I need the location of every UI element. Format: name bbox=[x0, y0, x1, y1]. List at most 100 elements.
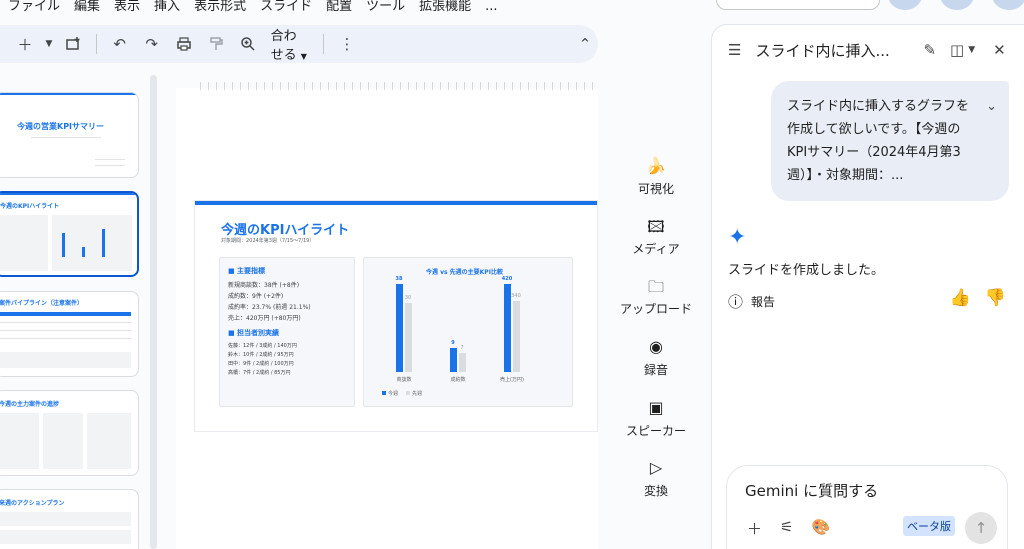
layout-button[interactable] bbox=[60, 30, 86, 58]
edit-icon[interactable]: ✎ bbox=[923, 41, 936, 59]
slide-thumbnail-selected[interactable]: 今週のKPIハイライト bbox=[0, 191, 139, 277]
record-icon: ◉ bbox=[649, 337, 663, 356]
menu-tools[interactable]: ツール bbox=[366, 0, 405, 16]
legend-item-current: 今週 bbox=[382, 390, 398, 397]
undo-button[interactable]: ↶ bbox=[107, 30, 133, 58]
collapse-toolbar-button[interactable]: ⌃ bbox=[572, 30, 598, 58]
menu-format[interactable]: 表示形式 bbox=[194, 0, 246, 16]
tune-icon[interactable]: ⚟ bbox=[780, 518, 793, 539]
close-icon[interactable]: ✕ bbox=[993, 41, 1006, 59]
zoom-button[interactable] bbox=[235, 30, 261, 58]
folder-icon: 🗀 bbox=[647, 277, 664, 296]
bar-value-label: 340 bbox=[511, 292, 521, 299]
category-label: 売上(万円) bbox=[500, 377, 524, 383]
thumb-title: 今週の主力案件の進捗 bbox=[0, 401, 60, 408]
thumb-line bbox=[31, 137, 101, 138]
gemini-input[interactable]: Gemini に質問する ＋ ⚟ 🎨 ベータ版 ↑ bbox=[726, 465, 1008, 549]
insert-label: スピーカー bbox=[625, 424, 686, 438]
thumb-line bbox=[95, 165, 125, 166]
avatar[interactable] bbox=[992, 0, 1024, 10]
insert-upload[interactable]: 🗀 アップロード bbox=[612, 276, 700, 317]
filmstrip-scrollbar[interactable] bbox=[150, 75, 157, 549]
paint-roller-icon bbox=[209, 37, 223, 50]
menu-slide[interactable]: スライド bbox=[260, 0, 312, 16]
gemini-response: スライドを作成しました。 bbox=[728, 263, 885, 278]
current-slide[interactable]: 今週のKPIハイライト 対象期間：2024年第3週（7/15〜7/19） ■ 主… bbox=[194, 200, 598, 432]
thumb-note bbox=[0, 352, 131, 368]
chart-card: 今週 vs 先週の主要KPI比較 今週 先週 38 30 商談数 9 7 成約数 420 34… bbox=[363, 257, 573, 407]
chevron-down-icon[interactable]: ⌄ bbox=[986, 95, 997, 118]
insert-visualize[interactable]: 🍌 可視化 bbox=[612, 156, 700, 197]
convert-icon: ▷ bbox=[649, 458, 663, 477]
insert-label: 変換 bbox=[643, 484, 668, 498]
more-options-button[interactable]: ⋮ bbox=[334, 30, 360, 58]
thumb-table-header bbox=[0, 312, 131, 316]
chevron-down-icon[interactable]: ▼ bbox=[968, 45, 975, 55]
panel-toggle-icon[interactable]: ◫ bbox=[950, 41, 964, 59]
chart-legend: 今週 先週 bbox=[382, 390, 422, 397]
menu-arrange[interactable]: 配置 bbox=[326, 0, 352, 16]
thumb-line bbox=[0, 338, 131, 339]
menu-more[interactable]: ... bbox=[485, 0, 497, 16]
toolbar-divider bbox=[323, 34, 324, 54]
user-prompt-text: スライド内に挿入するグラフを作成して欲しいです。【今週のKPIサマリー（2024… bbox=[787, 99, 970, 183]
card-text: 佐藤：12件 / 3成約 / 140万円 bbox=[228, 343, 297, 349]
bar-value-label: 38 bbox=[395, 276, 403, 282]
insert-speaker[interactable]: ▣ スピーカー bbox=[612, 398, 700, 439]
legend-item-previous: 先週 bbox=[406, 390, 422, 397]
menu-insert[interactable]: 挿入 bbox=[154, 0, 180, 16]
card-text: 成約率：23.7% (前週 21.1%) bbox=[228, 304, 311, 311]
bar-value-label: 30 bbox=[404, 294, 412, 301]
insert-label: 可視化 bbox=[637, 182, 674, 196]
menu-file[interactable]: ファイル bbox=[8, 0, 60, 16]
slide-subtitle: 対象期間：2024年第3週（7/15〜7/19） bbox=[221, 238, 315, 244]
thumbs-up-icon[interactable]: 👍 bbox=[950, 288, 971, 308]
speaker-icon: ▣ bbox=[648, 398, 664, 417]
card-text: 鈴木：10件 / 2成約 / 95万円 bbox=[228, 352, 294, 358]
thumb-line bbox=[95, 159, 125, 160]
send-button[interactable]: ↑ bbox=[965, 512, 997, 544]
slide-thumbnail[interactable]: 今週の主力案件の進捗 bbox=[0, 390, 139, 476]
menu-icon[interactable]: ☰ bbox=[728, 41, 741, 59]
thumb-title: 今週の営業KPIサマリー bbox=[17, 122, 105, 131]
beta-badge: ベータ版 bbox=[903, 516, 955, 536]
report-label: 報告 bbox=[751, 295, 776, 309]
gemini-title: スライド内に挿入... bbox=[755, 41, 890, 60]
redo-button[interactable]: ↷ bbox=[139, 30, 165, 58]
insert-convert[interactable]: ▷ 変換 bbox=[612, 458, 700, 499]
card-text: 売上：420万円 (+80万円) bbox=[228, 315, 301, 322]
menu-view[interactable]: 表示 bbox=[114, 0, 140, 16]
insert-media[interactable]: 🖾 メディア bbox=[612, 216, 700, 257]
avatar[interactable] bbox=[888, 0, 922, 10]
new-slide-button[interactable]: ＋ bbox=[12, 30, 38, 58]
slide-thumbnail[interactable]: 今週の営業KPIサマリー bbox=[0, 92, 139, 178]
zoom-label: 合わせる bbox=[270, 29, 297, 63]
thumb-line bbox=[0, 322, 131, 323]
thumb-card bbox=[0, 215, 48, 271]
insert-record[interactable]: ◉ 録音 bbox=[612, 337, 700, 378]
chart-bar bbox=[450, 347, 457, 372]
card-heading: ■ 担当者別実績 bbox=[228, 329, 280, 337]
menu-extensions[interactable]: 拡張機能 bbox=[419, 0, 471, 16]
palette-icon[interactable]: 🎨 bbox=[811, 518, 830, 539]
menu-edit[interactable]: 編集 bbox=[74, 0, 100, 16]
card-heading: ■ 主要指標 bbox=[228, 267, 266, 275]
share-pill[interactable] bbox=[716, 0, 880, 10]
thumbs-down-icon[interactable]: 👎 bbox=[985, 288, 1006, 308]
insert-label: 録音 bbox=[643, 363, 668, 377]
slide-thumbnail[interactable]: 案件パイプライン（注意案件） bbox=[0, 291, 139, 377]
metrics-card: ■ 主要指標 新規商談数：38件 (+8件) 成約数：9件 (+2件) 成約率：… bbox=[219, 257, 355, 407]
feedback-buttons: 👍 👎 bbox=[950, 288, 1006, 308]
gemini-header: ☰ スライド内に挿入... ✎ ◫ ▼ ✕ bbox=[728, 37, 1018, 63]
chevron-down-icon[interactable]: ▼ bbox=[44, 30, 54, 58]
slide-thumbnail[interactable]: 来週のアクションプラン bbox=[0, 489, 139, 549]
paint-format-button[interactable] bbox=[203, 30, 229, 58]
plus-icon[interactable]: ＋ bbox=[747, 518, 762, 539]
report-button[interactable]: ⓘ 報告 bbox=[728, 291, 775, 312]
avatar[interactable] bbox=[940, 0, 974, 10]
thumb-col bbox=[0, 413, 39, 469]
print-button[interactable] bbox=[171, 30, 197, 58]
print-icon bbox=[176, 37, 191, 51]
card-text: 田中：9件 / 2成約 / 100万円 bbox=[228, 361, 294, 367]
zoom-select[interactable]: 合わせる ▼ bbox=[267, 25, 314, 63]
